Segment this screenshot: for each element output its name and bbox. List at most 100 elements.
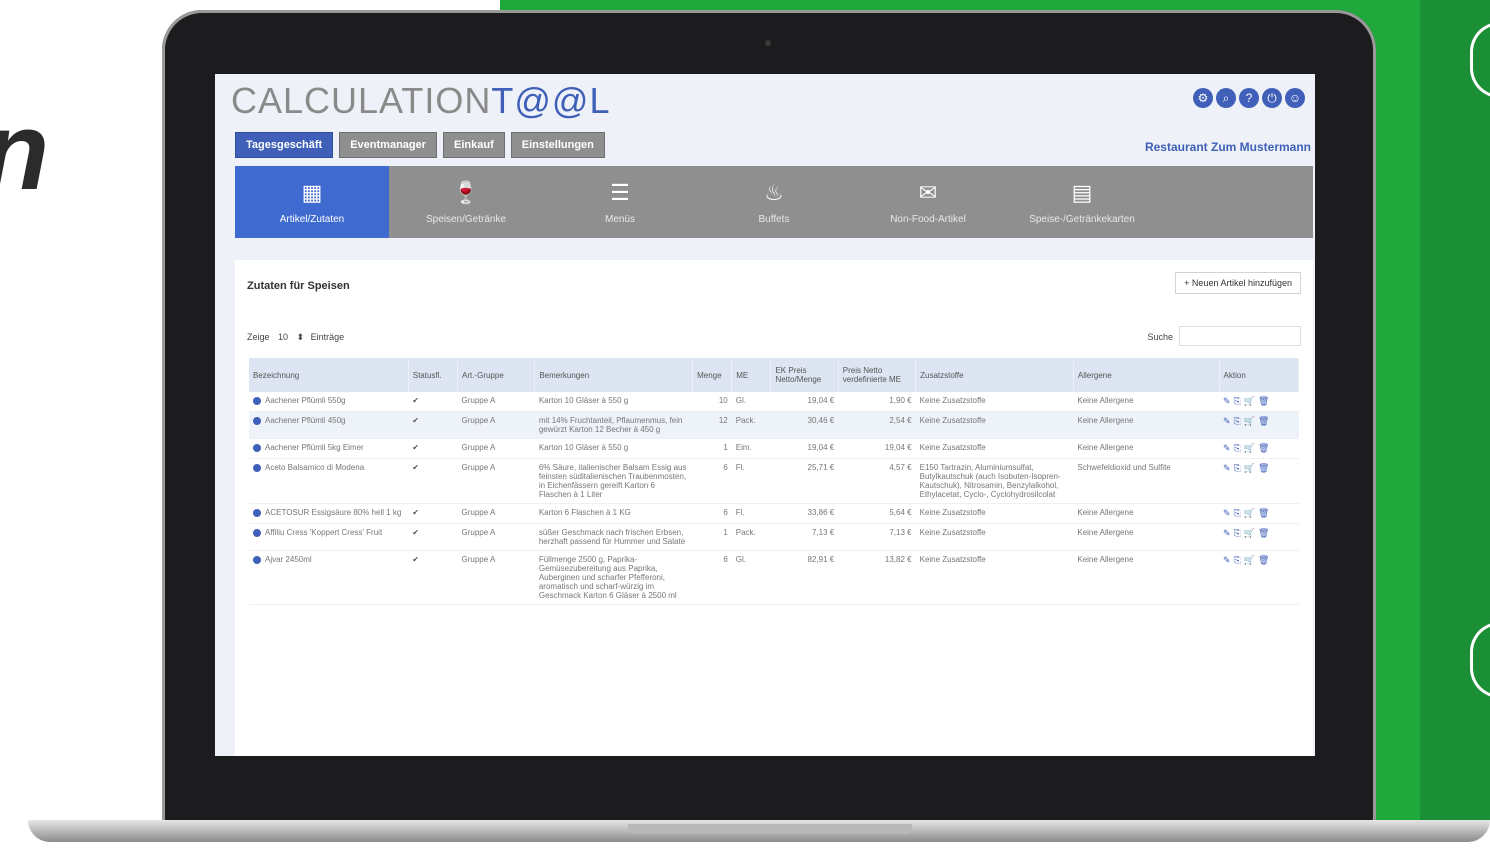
table-row[interactable]: Aachener Pflümli 450g ✔ Gruppe A mit 14%… (249, 411, 1299, 439)
col-me[interactable]: ME (731, 358, 772, 392)
row-actions[interactable]: ✎⎘🛒🗑 (1219, 523, 1299, 551)
show-label: Zeige (247, 332, 270, 342)
cell-name: Aachener Pflümli 5kg Eimer (265, 443, 364, 452)
expand-row-icon[interactable] (253, 443, 261, 452)
restaurant-name[interactable]: Restaurant Zum Mustermann (1145, 140, 1311, 154)
cell-qty: 10 (692, 392, 732, 412)
cell-unit: Fl. (731, 458, 771, 504)
nav-buffets[interactable]: ♨ Buffets (697, 166, 851, 238)
cell-note: Karton 10 Gläser à 550 g (534, 392, 693, 412)
row-actions[interactable]: ✎⎘🛒🗑 (1219, 411, 1299, 439)
tab-eventmanager[interactable]: Eventmanager (339, 132, 438, 158)
ingredients-icon: ▦ (301, 179, 323, 205)
app-logo: CALCULATIONT@@L (231, 80, 611, 122)
cell-qty: 6 (692, 550, 732, 605)
cell-note: Füllmenge 2500 g, Paprika-Gemüsezubereit… (534, 550, 693, 605)
row-actions[interactable]: ✎⎘🛒🗑 (1219, 458, 1299, 504)
user-icon[interactable]: ☺ (1285, 88, 1305, 108)
cell-note: mit 14% Fruchtanteil, Pflaumenmus, fein … (534, 411, 693, 439)
row-actions[interactable]: ✎⎘🛒🗑 (1219, 503, 1299, 524)
cell-group: Gruppe A (457, 550, 535, 605)
col-ek-preis[interactable]: EK Preis Netto/Menge (770, 358, 839, 392)
nav-karten[interactable]: ▤ Speise-/Getränkekarten (1005, 166, 1159, 238)
status-check-icon: ✔ (408, 523, 458, 551)
expand-row-icon[interactable] (253, 508, 261, 517)
drinks-icon: 🍷 (452, 179, 480, 205)
tab-einkauf[interactable]: Einkauf (443, 132, 505, 158)
col-zusatzstoffe[interactable]: Zusatzstoffe (915, 358, 1074, 392)
tab-tagesgeschaeft[interactable]: Tagesgeschäft (235, 132, 334, 158)
row-actions[interactable]: ✎⎘🛒🗑 (1219, 550, 1299, 605)
table-row[interactable]: Aachener Pflümli 5kg Eimer ✔ Gruppe A Ka… (249, 438, 1299, 459)
expand-row-icon[interactable] (253, 463, 261, 472)
header-icon-group: ⚙ ⌕ ? ⏻ ☺ (1193, 88, 1305, 108)
box-icon: ✉ (918, 179, 938, 205)
cell-group: Gruppe A (457, 523, 535, 551)
help-icon[interactable]: ? (1239, 88, 1259, 108)
col-status[interactable]: Statusfl. (408, 358, 458, 392)
row-actions[interactable]: ✎⎘🛒🗑 (1219, 392, 1299, 412)
cell-allergens: Keine Allergene (1073, 411, 1220, 439)
ingredients-table: Bezeichnung Statusfl. Art.-Gruppe Bemerk… (249, 358, 1300, 605)
row-actions[interactable]: ✎⎘🛒🗑 (1219, 438, 1299, 459)
table-row[interactable]: Ajvar 2450ml ✔ Gruppe A Füllmenge 2500 g… (249, 550, 1299, 605)
search-input[interactable] (1179, 326, 1301, 346)
col-preis-netto[interactable]: Preis Netto verdefinierte ME (838, 358, 917, 392)
table-row[interactable]: Aachener Pflümli 550g ✔ Gruppe A Karton … (249, 392, 1299, 412)
table-header-row: Bezeichnung Statusfl. Art.-Gruppe Bemerk… (249, 358, 1300, 392)
table-row[interactable]: ACETOSUR Essigsäure 80% hell 1 kg ✔ Grup… (249, 503, 1299, 524)
add-article-button[interactable]: + Neuen Artikel hinzufügen (1175, 272, 1301, 294)
cell-ek: 82,91 € (770, 550, 839, 605)
cell-qty: 6 (692, 458, 732, 504)
cell-additives: Keine Zusatzstoffe (915, 503, 1074, 524)
cell-qty: 12 (692, 411, 732, 439)
expand-row-icon[interactable] (253, 416, 261, 425)
col-bezeichnung[interactable]: Bezeichnung (249, 358, 409, 392)
cell-name: Aachener Pflümli 550g (265, 396, 346, 405)
laptop-notch (628, 824, 912, 834)
col-allergene[interactable]: Allergene (1073, 358, 1220, 392)
nav-artikel-zutaten[interactable]: ▦ Artikel/Zutaten (235, 166, 389, 238)
cell-ek: 33,86 € (770, 503, 839, 524)
expand-row-icon[interactable] (253, 396, 261, 405)
col-bemerkungen[interactable]: Bemerkungen (534, 358, 694, 392)
search-icon[interactable]: ⌕ (1216, 88, 1236, 108)
col-menge[interactable]: Menge (692, 358, 733, 392)
cell-price: 13,82 € (838, 550, 916, 605)
page-length-control: Zeige 10 ⬍ Einträge (247, 332, 344, 343)
cell-ek: 30,46 € (770, 411, 839, 439)
tab-einstellungen[interactable]: Einstellungen (510, 132, 605, 158)
power-icon[interactable]: ⏻ (1262, 88, 1282, 108)
cell-group: Gruppe A (457, 503, 535, 524)
cell-note: Karton 10 Gläser à 550 g (534, 438, 693, 459)
status-check-icon: ✔ (408, 503, 458, 524)
cell-additives: Keine Zusatzstoffe (915, 411, 1074, 439)
cog-icon[interactable]: ⚙ (1193, 88, 1213, 108)
module-nav: ▦ Artikel/Zutaten 🍷 Speisen/Getränke ☰ M… (235, 166, 1313, 238)
expand-row-icon[interactable] (253, 528, 261, 537)
partial-heading-letter: n (0, 88, 49, 215)
card-title: Zutaten für Speisen (247, 280, 350, 292)
table-row[interactable]: Affiliu Cress 'Koppert Cress' Fruit ✔ Gr… (249, 523, 1299, 551)
buffet-icon: ♨ (764, 179, 784, 205)
nav-menues[interactable]: ☰ Menüs (543, 166, 697, 238)
expand-row-icon[interactable] (253, 555, 261, 564)
cell-unit: Gl. (731, 550, 771, 605)
cell-allergens: Keine Allergene (1073, 550, 1220, 605)
list-icon: ☰ (610, 179, 630, 205)
entries-label: Einträge (310, 332, 345, 342)
cell-price: 19,04 € (838, 438, 916, 459)
cell-additives: Keine Zusatzstoffe (915, 438, 1074, 459)
page-length-select[interactable]: 10 (278, 332, 288, 342)
cell-qty: 1 (692, 438, 732, 459)
book-icon: ▤ (1071, 179, 1093, 205)
cell-allergens: Keine Allergene (1073, 523, 1220, 551)
col-gruppe[interactable]: Art.-Gruppe (457, 358, 536, 392)
nav-speisen-getraenke[interactable]: 🍷 Speisen/Getränke (389, 166, 543, 238)
nav-non-food[interactable]: ✉ Non-Food-Artikel (851, 166, 1005, 238)
chevron-down-icon[interactable]: ⬍ (297, 332, 305, 342)
cell-name: Aceto Balsamico di Modena (265, 463, 365, 472)
logo-prefix: CALCULATION (231, 80, 492, 121)
nav-label: Artikel/Zutaten (279, 213, 345, 225)
table-row[interactable]: Aceto Balsamico di Modena ✔ Gruppe A 6% … (249, 458, 1299, 504)
